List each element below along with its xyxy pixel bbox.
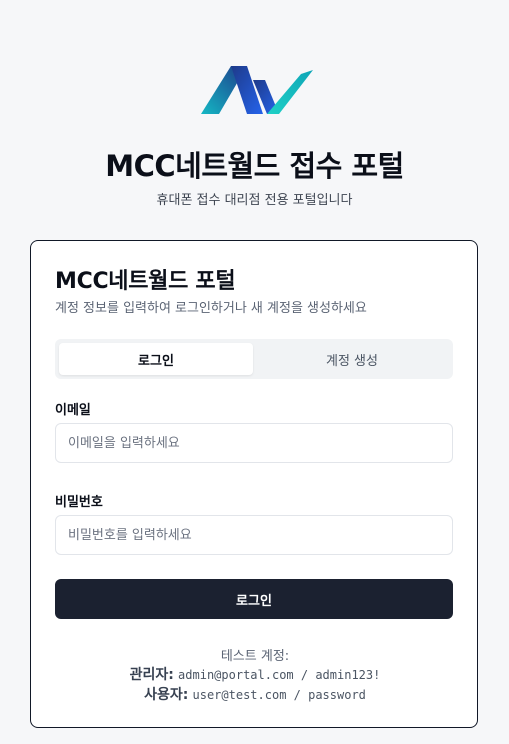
password-field[interactable] xyxy=(55,515,453,555)
user-credentials: user@test.com / password xyxy=(192,688,366,702)
card-description: 계정 정보를 입력하여 로그인하거나 새 계정을 생성하세요 xyxy=(55,301,367,316)
tab-create-account[interactable]: 계정 생성 xyxy=(255,343,449,375)
page-subtitle: 휴대폰 접수 대리점 전용 포털입니다 xyxy=(156,193,353,208)
login-card: MCC네트월드 포털 계정 정보를 입력하여 로그인하거나 새 계정을 생성하세… xyxy=(30,240,478,728)
admin-role-label: 관리자: xyxy=(129,667,174,683)
test-accounts-heading: 테스트 계정: xyxy=(220,649,290,664)
page-title: MCC네트월드 접수 포털 xyxy=(105,149,404,183)
password-label: 비밀번호 xyxy=(55,495,103,510)
test-account-admin: 관리자: admin@portal.com / admin123! xyxy=(31,664,479,684)
email-label: 이메일 xyxy=(55,403,91,418)
tab-login[interactable]: 로그인 xyxy=(59,343,253,375)
email-field[interactable] xyxy=(55,423,453,463)
auth-tabs: 로그인 계정 생성 xyxy=(55,339,453,379)
login-page: MCC네트월드 접수 포털 휴대폰 접수 대리점 전용 포털입니다 MCC네트월… xyxy=(0,0,509,744)
admin-credentials: admin@portal.com / admin123! xyxy=(178,668,381,682)
card-title: MCC네트월드 포털 xyxy=(55,269,236,294)
login-button[interactable]: 로그인 xyxy=(55,579,453,619)
mcc-network-logo-icon xyxy=(201,66,313,114)
user-role-label: 사용자: xyxy=(144,687,189,703)
test-account-user: 사용자: user@test.com / password xyxy=(31,684,479,704)
